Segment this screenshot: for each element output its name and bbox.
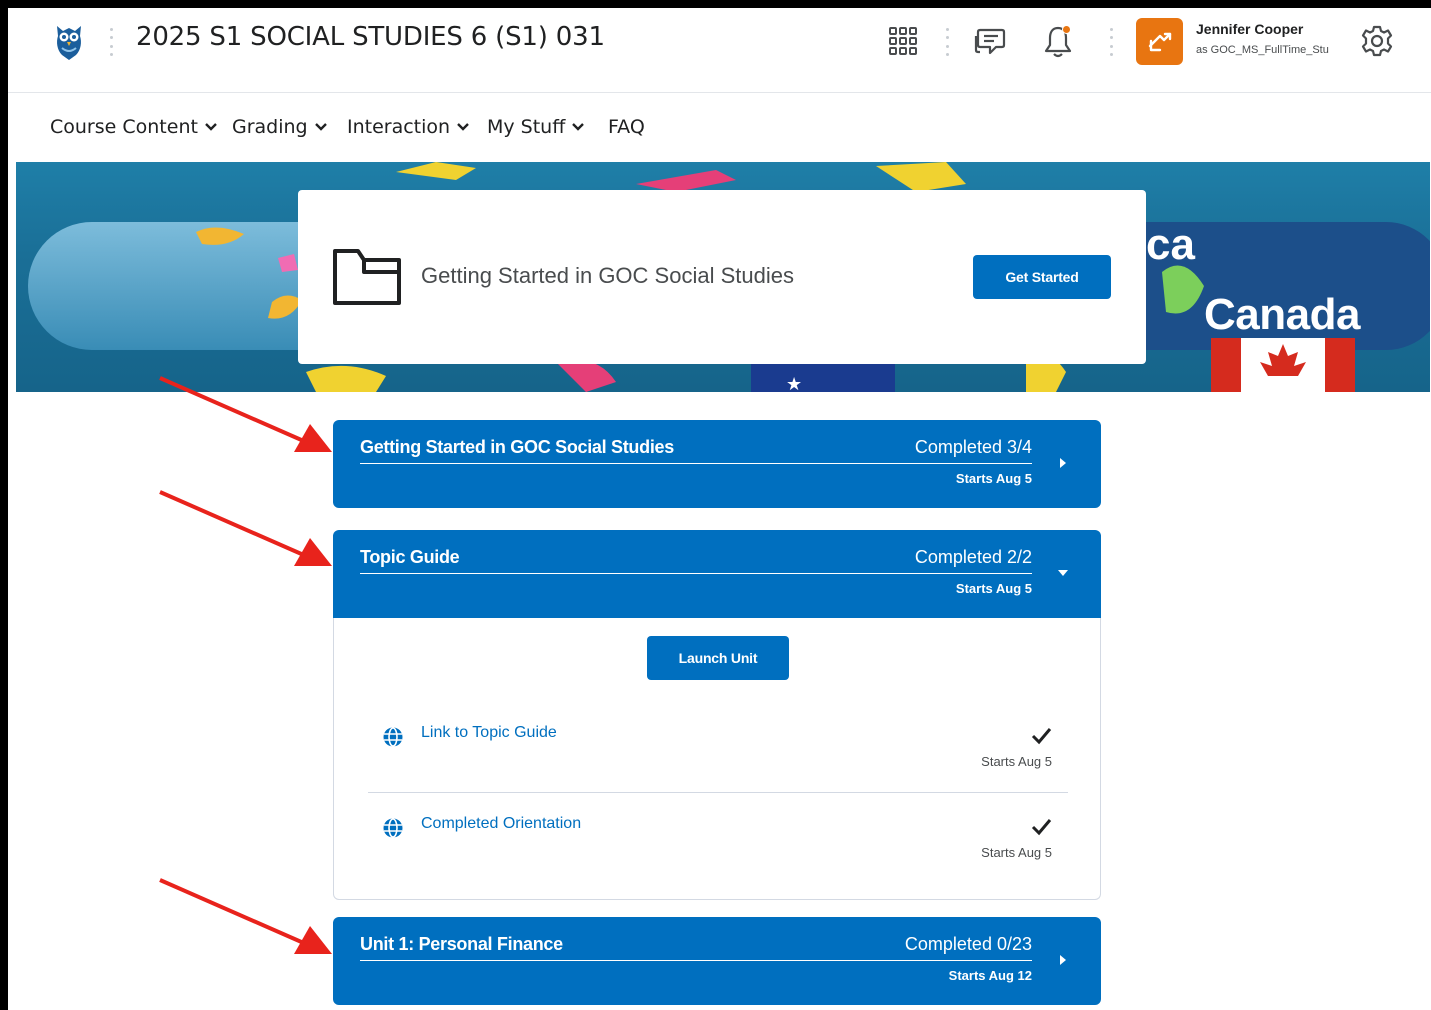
topic-item[interactable]: Completed Orientation Starts Aug 5 bbox=[368, 803, 1068, 883]
unit-getting-started: Getting Started in GOC Social Studies Co… bbox=[333, 420, 1101, 508]
globe-icon bbox=[382, 726, 404, 748]
course-title[interactable]: 2025 S1 SOCIAL STUDIES 6 (S1) 031 bbox=[136, 22, 605, 52]
unit-body: Launch Unit Link to Topic Guide Starts A… bbox=[333, 618, 1101, 900]
notifications-bell-icon[interactable] bbox=[1039, 22, 1077, 60]
chevron-down-icon bbox=[457, 123, 469, 131]
unit-header[interactable]: Topic Guide Completed 2/2 Starts Aug 5 bbox=[333, 530, 1101, 618]
chevron-down-icon bbox=[205, 123, 217, 131]
settings-gear-icon[interactable] bbox=[1358, 22, 1396, 60]
user-name[interactable]: Jennifer Cooper bbox=[1196, 21, 1303, 37]
topic-link[interactable]: Completed Orientation bbox=[421, 815, 581, 833]
unit-divider bbox=[360, 573, 1032, 574]
nav-label: Interaction bbox=[347, 116, 451, 138]
unit-personal-finance: Unit 1: Personal Finance Completed 0/23 … bbox=[333, 917, 1101, 1005]
chevron-down-icon bbox=[572, 123, 585, 131]
header-separator bbox=[110, 28, 114, 56]
topic-start-date: Starts Aug 5 bbox=[981, 754, 1052, 769]
banner-text-fragment: ca bbox=[1146, 220, 1195, 269]
unit-header[interactable]: Unit 1: Personal Finance Completed 0/23 … bbox=[333, 917, 1101, 1005]
unit-progress: Completed 0/23 bbox=[904, 934, 1032, 954]
unit-title[interactable]: Getting Started in GOC Social Studies bbox=[360, 437, 674, 458]
nav-label: My Stuff bbox=[487, 116, 566, 138]
folder-icon bbox=[332, 248, 402, 311]
nav-label: FAQ bbox=[608, 116, 645, 138]
unit-title[interactable]: Unit 1: Personal Finance bbox=[360, 934, 563, 955]
unit-progress: Completed 2/2 bbox=[914, 547, 1032, 567]
app-grid-icon[interactable] bbox=[884, 22, 922, 60]
messages-icon[interactable] bbox=[971, 22, 1009, 60]
topic-divider bbox=[368, 792, 1068, 793]
school-logo-icon[interactable] bbox=[52, 22, 86, 62]
nav-label: Course Content bbox=[50, 116, 198, 138]
caret-right-icon[interactable] bbox=[1057, 457, 1069, 469]
unit-divider bbox=[360, 463, 1032, 464]
hero-title: Getting Started in GOC Social Studies bbox=[421, 263, 794, 288]
annotation-arrow-icon bbox=[159, 490, 332, 566]
unit-title[interactable]: Topic Guide bbox=[360, 547, 460, 568]
svg-text:★: ★ bbox=[786, 374, 802, 392]
unit-header[interactable]: Getting Started in GOC Social Studies Co… bbox=[333, 420, 1101, 508]
unit-start-date: Starts Aug 5 bbox=[955, 471, 1032, 486]
get-started-button[interactable]: Get Started bbox=[973, 255, 1111, 299]
unit-start-date: Starts Aug 5 bbox=[955, 581, 1032, 596]
header-separator bbox=[946, 28, 950, 56]
top-header: 2025 S1 SOCIAL STUDIES 6 (S1) 031 Jennif… bbox=[8, 8, 1431, 93]
unit-divider bbox=[360, 960, 1032, 961]
nav-faq[interactable]: FAQ bbox=[608, 116, 645, 138]
page-frame: 2025 S1 SOCIAL STUDIES 6 (S1) 031 Jennif… bbox=[8, 8, 1431, 1010]
globe-icon bbox=[382, 817, 404, 839]
nav-grading[interactable]: Grading bbox=[232, 116, 328, 138]
annotation-arrow-icon bbox=[159, 878, 332, 954]
notification-dot bbox=[1062, 25, 1071, 34]
topic-link[interactable]: Link to Topic Guide bbox=[421, 724, 557, 742]
nav-course-content[interactable]: Course Content bbox=[50, 116, 218, 138]
unit-start-date: Starts Aug 12 bbox=[948, 968, 1032, 983]
unit-topic-guide: Topic Guide Completed 2/2 Starts Aug 5 L… bbox=[333, 530, 1101, 900]
course-navbar bbox=[8, 94, 1431, 161]
unit-progress: Completed 3/4 bbox=[914, 437, 1032, 457]
impersonation-avatar[interactable] bbox=[1136, 18, 1183, 65]
banner-country-label: Canada bbox=[1204, 290, 1360, 339]
launch-unit-button[interactable]: Launch Unit bbox=[647, 636, 789, 680]
chevron-down-icon bbox=[314, 123, 327, 131]
getting-started-card: Getting Started in GOC Social Studies Ge… bbox=[298, 190, 1146, 364]
nav-my-stuff[interactable]: My Stuff bbox=[487, 116, 585, 138]
topic-item[interactable]: Link to Topic Guide Starts Aug 5 bbox=[368, 712, 1068, 792]
annotation-arrow-icon bbox=[159, 376, 332, 452]
nav-label: Grading bbox=[232, 116, 308, 138]
checkmark-icon bbox=[1030, 815, 1052, 837]
user-role: as GOC_MS_FullTime_Stu bbox=[1196, 44, 1329, 56]
checkmark-icon bbox=[1030, 724, 1052, 746]
caret-down-icon[interactable] bbox=[1057, 567, 1069, 579]
topic-start-date: Starts Aug 5 bbox=[981, 845, 1052, 860]
caret-right-icon[interactable] bbox=[1057, 954, 1069, 966]
header-separator bbox=[1110, 28, 1114, 56]
nav-interaction[interactable]: Interaction bbox=[347, 116, 470, 138]
